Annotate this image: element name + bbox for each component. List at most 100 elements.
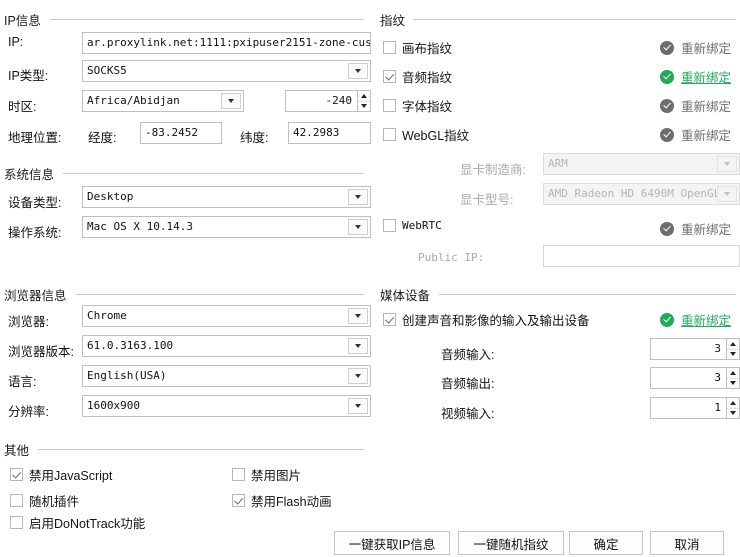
browser-value: Chrome: [87, 309, 127, 322]
rebind-canvas-fingerprint[interactable]: 重新绑定: [660, 38, 731, 57]
label-resolution: 分辨率:: [8, 405, 49, 419]
chevron-down-icon[interactable]: [348, 189, 368, 205]
checkbox-webrtc[interactable]: WebRTC: [383, 219, 442, 232]
rebind-label[interactable]: 重新绑定: [681, 219, 731, 238]
rebind-label[interactable]: 重新绑定: [681, 125, 731, 144]
get-ip-info-button[interactable]: 一键获取IP信息: [334, 531, 450, 555]
checkbox-icon[interactable]: [383, 41, 396, 54]
audio-input-stepper[interactable]: 3: [650, 338, 740, 360]
chevron-down-icon: [717, 156, 737, 172]
stepper-down-icon[interactable]: [727, 408, 739, 418]
checkbox-disable-flash[interactable]: 禁用Flash动画: [232, 491, 332, 510]
timezone-offset-value[interactable]: -240: [285, 90, 357, 112]
gpu-vendor-value: ARM: [548, 157, 568, 170]
stepper-down-icon[interactable]: [358, 101, 370, 111]
ip-type-value: SOCKS5: [87, 64, 127, 77]
chevron-down-icon[interactable]: [348, 368, 368, 384]
stepper-up-icon[interactable]: [358, 91, 370, 102]
chevron-down-icon[interactable]: [348, 219, 368, 235]
video-input-stepper[interactable]: 1: [650, 397, 740, 419]
cancel-button[interactable]: 取消: [650, 531, 724, 555]
timezone-select[interactable]: Africa/Abidjan: [82, 90, 244, 112]
chevron-down-icon[interactable]: [221, 93, 241, 109]
checkbox-icon[interactable]: [232, 468, 245, 481]
audio-output-value[interactable]: 3: [650, 367, 726, 389]
checkbox-create-media-devices[interactable]: 创建声音和影像的输入及输出设备: [383, 310, 590, 329]
stepper-buttons[interactable]: [357, 90, 371, 112]
checkbox-icon[interactable]: [383, 99, 396, 112]
rebind-label[interactable]: 重新绑定: [681, 310, 731, 329]
longitude-input[interactable]: -83.2452: [140, 122, 222, 144]
checkbox-icon[interactable]: [383, 313, 396, 326]
rebind-label[interactable]: 重新绑定: [681, 38, 731, 57]
browser-version-select[interactable]: 61.0.3163.100: [82, 335, 371, 357]
random-fingerprint-button[interactable]: 一键随机指纹: [458, 531, 564, 555]
checkbox-label: 禁用图片: [251, 469, 302, 483]
audio-output-stepper[interactable]: 3: [650, 367, 740, 389]
chevron-down-icon[interactable]: [348, 308, 368, 324]
checkbox-icon[interactable]: [10, 468, 23, 481]
stepper-down-icon[interactable]: [727, 378, 739, 388]
chevron-down-icon[interactable]: [348, 398, 368, 414]
chevron-down-icon[interactable]: [348, 338, 368, 354]
stepper-up-icon[interactable]: [727, 339, 739, 350]
browser-select[interactable]: Chrome: [82, 305, 371, 327]
checkbox-audio-fingerprint[interactable]: 音频指纹: [383, 67, 452, 86]
group-rule: [75, 294, 364, 295]
rebind-webrtc[interactable]: 重新绑定: [660, 219, 731, 238]
rebind-label[interactable]: 重新绑定: [681, 96, 731, 115]
checkbox-icon[interactable]: [232, 494, 245, 507]
checkbox-icon[interactable]: [383, 70, 396, 83]
checkbox-webgl-fingerprint[interactable]: WebGL指纹: [383, 125, 469, 144]
checkbox-icon[interactable]: [10, 494, 23, 507]
audio-input-value[interactable]: 3: [650, 338, 726, 360]
check-circle-icon: [660, 69, 674, 84]
stepper-down-icon[interactable]: [727, 349, 739, 359]
checkbox-label: 禁用JavaScript: [29, 469, 113, 483]
language-value: English(USA): [87, 369, 167, 382]
group-title-browser-info: 浏览器信息: [4, 289, 67, 303]
timezone-offset-stepper[interactable]: -240: [285, 90, 371, 112]
checkbox-icon[interactable]: [383, 219, 396, 232]
gpu-model-select: AMD Radeon HD 6490M OpenGL E: [543, 183, 740, 205]
group-header-ip-info: IP信息: [4, 10, 364, 29]
stepper-up-icon[interactable]: [727, 398, 739, 409]
chevron-down-icon[interactable]: [348, 63, 368, 79]
stepper-buttons[interactable]: [726, 397, 740, 419]
stepper-up-icon[interactable]: [727, 368, 739, 379]
stepper-buttons[interactable]: [726, 338, 740, 360]
checkbox-label: WebRTC: [402, 219, 442, 232]
video-input-value[interactable]: 1: [650, 397, 726, 419]
rebind-media-devices[interactable]: 重新绑定: [660, 310, 731, 329]
checkbox-enable-donottrack[interactable]: 启用DoNotTrack功能: [10, 513, 145, 532]
checkbox-label: WebGL指纹: [402, 129, 470, 143]
checkbox-label: 禁用Flash动画: [251, 495, 332, 509]
group-header-system-info: 系统信息: [4, 164, 364, 183]
rebind-font-fingerprint[interactable]: 重新绑定: [660, 96, 731, 115]
checkbox-label: 创建声音和影像的输入及输出设备: [402, 314, 590, 328]
checkbox-disable-javascript[interactable]: 禁用JavaScript: [10, 465, 112, 484]
stepper-buttons[interactable]: [726, 367, 740, 389]
checkbox-icon[interactable]: [10, 516, 23, 529]
checkbox-icon[interactable]: [383, 128, 396, 141]
ok-button[interactable]: 确定: [569, 531, 643, 555]
group-rule: [439, 294, 736, 295]
checkbox-disable-images[interactable]: 禁用图片: [232, 465, 301, 484]
label-audio-input: 音频输入:: [441, 348, 495, 362]
ip-type-select[interactable]: SOCKS5: [82, 60, 371, 82]
resolution-select[interactable]: 1600x900: [82, 395, 371, 417]
language-select[interactable]: English(USA): [82, 365, 371, 387]
device-type-value: Desktop: [87, 190, 134, 203]
checkbox-random-plugins[interactable]: 随机插件: [10, 491, 79, 510]
ip-input[interactable]: ar.proxylink.net:1111:pxipuser2151-zone-…: [82, 32, 371, 54]
rebind-audio-fingerprint[interactable]: 重新绑定: [660, 67, 731, 86]
checkbox-canvas-fingerprint[interactable]: 画布指纹: [383, 38, 452, 57]
latitude-input[interactable]: 42.2983: [288, 122, 371, 144]
label-browser-version: 浏览器版本:: [8, 345, 74, 359]
checkbox-font-fingerprint[interactable]: 字体指纹: [383, 96, 452, 115]
device-type-select[interactable]: Desktop: [82, 186, 371, 208]
label-public-ip: Public IP:: [418, 251, 485, 264]
os-select[interactable]: Mac OS X 10.14.3: [82, 216, 371, 238]
rebind-webgl-fingerprint[interactable]: 重新绑定: [660, 125, 731, 144]
rebind-label[interactable]: 重新绑定: [681, 67, 731, 86]
